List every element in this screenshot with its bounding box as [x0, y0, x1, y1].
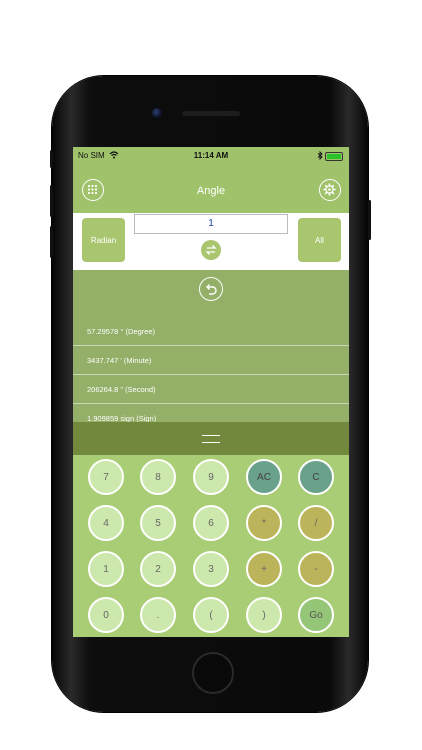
key-3[interactable]: 3	[193, 551, 229, 587]
to-unit-button[interactable]: All	[298, 218, 341, 262]
keypad-drag-handle[interactable]	[73, 422, 349, 455]
key-clear[interactable]: C	[298, 459, 334, 495]
undo-arrow-icon	[206, 284, 217, 295]
result-text: 57.29578 ° (Degree)	[87, 327, 156, 336]
key-all-clear[interactable]: AC	[246, 459, 282, 495]
power-button	[368, 200, 371, 240]
bluetooth-icon	[317, 151, 323, 160]
status-bar: No SIM 11:14 AM	[73, 147, 349, 165]
drag-handle-icon	[202, 435, 220, 443]
key-minus[interactable]: -	[298, 551, 334, 587]
converter-panel: Radian 1 All	[73, 213, 349, 270]
from-unit-button[interactable]: Radian	[82, 218, 125, 262]
key-divide[interactable]: /	[298, 505, 334, 541]
back-button[interactable]	[199, 277, 223, 301]
key-close-paren[interactable]: )	[246, 597, 282, 633]
earpiece-speaker	[182, 111, 240, 116]
key-1[interactable]: 1	[88, 551, 124, 587]
key-9[interactable]: 9	[193, 459, 229, 495]
gear-icon	[323, 183, 336, 196]
key-plus[interactable]: +	[246, 551, 282, 587]
app-screen: No SIM 11:14 AM Angle Radian 1 All 57.29…	[73, 147, 349, 637]
keypad: 7 8 9 AC C 4 5 6 * / 1 2 3 + - 0 . ( ) G…	[73, 455, 349, 637]
status-time: 11:14 AM	[193, 151, 229, 160]
value-input[interactable]: 1	[134, 214, 288, 234]
mute-switch	[50, 150, 53, 168]
key-0[interactable]: 0	[88, 597, 124, 633]
front-camera	[152, 108, 162, 118]
key-decimal[interactable]: .	[140, 597, 176, 633]
result-text: 3437.747 ' (Minute)	[87, 356, 152, 365]
key-5[interactable]: 5	[140, 505, 176, 541]
swap-units-button[interactable]	[201, 240, 221, 260]
swap-arrows-icon	[205, 245, 217, 255]
settings-button[interactable]	[319, 179, 341, 201]
key-7[interactable]: 7	[88, 459, 124, 495]
volume-down-button	[50, 226, 53, 258]
key-multiply[interactable]: *	[246, 505, 282, 541]
page-title: Angle	[196, 185, 226, 197]
key-open-paren[interactable]: (	[193, 597, 229, 633]
battery-icon	[325, 152, 343, 161]
key-4[interactable]: 4	[88, 505, 124, 541]
result-degree: 57.29578 ° (Degree)	[73, 316, 349, 346]
key-2[interactable]: 2	[140, 551, 176, 587]
result-second: 206264.8 " (Second)	[73, 374, 349, 404]
home-button[interactable]	[192, 652, 234, 694]
key-8[interactable]: 8	[140, 459, 176, 495]
volume-up-button	[50, 185, 53, 217]
key-6[interactable]: 6	[193, 505, 229, 541]
key-go[interactable]: Go	[298, 597, 334, 633]
result-minute: 3437.747 ' (Minute)	[73, 345, 349, 375]
result-text: 206264.8 " (Second)	[87, 385, 156, 394]
nav-bar: Angle	[73, 165, 349, 213]
